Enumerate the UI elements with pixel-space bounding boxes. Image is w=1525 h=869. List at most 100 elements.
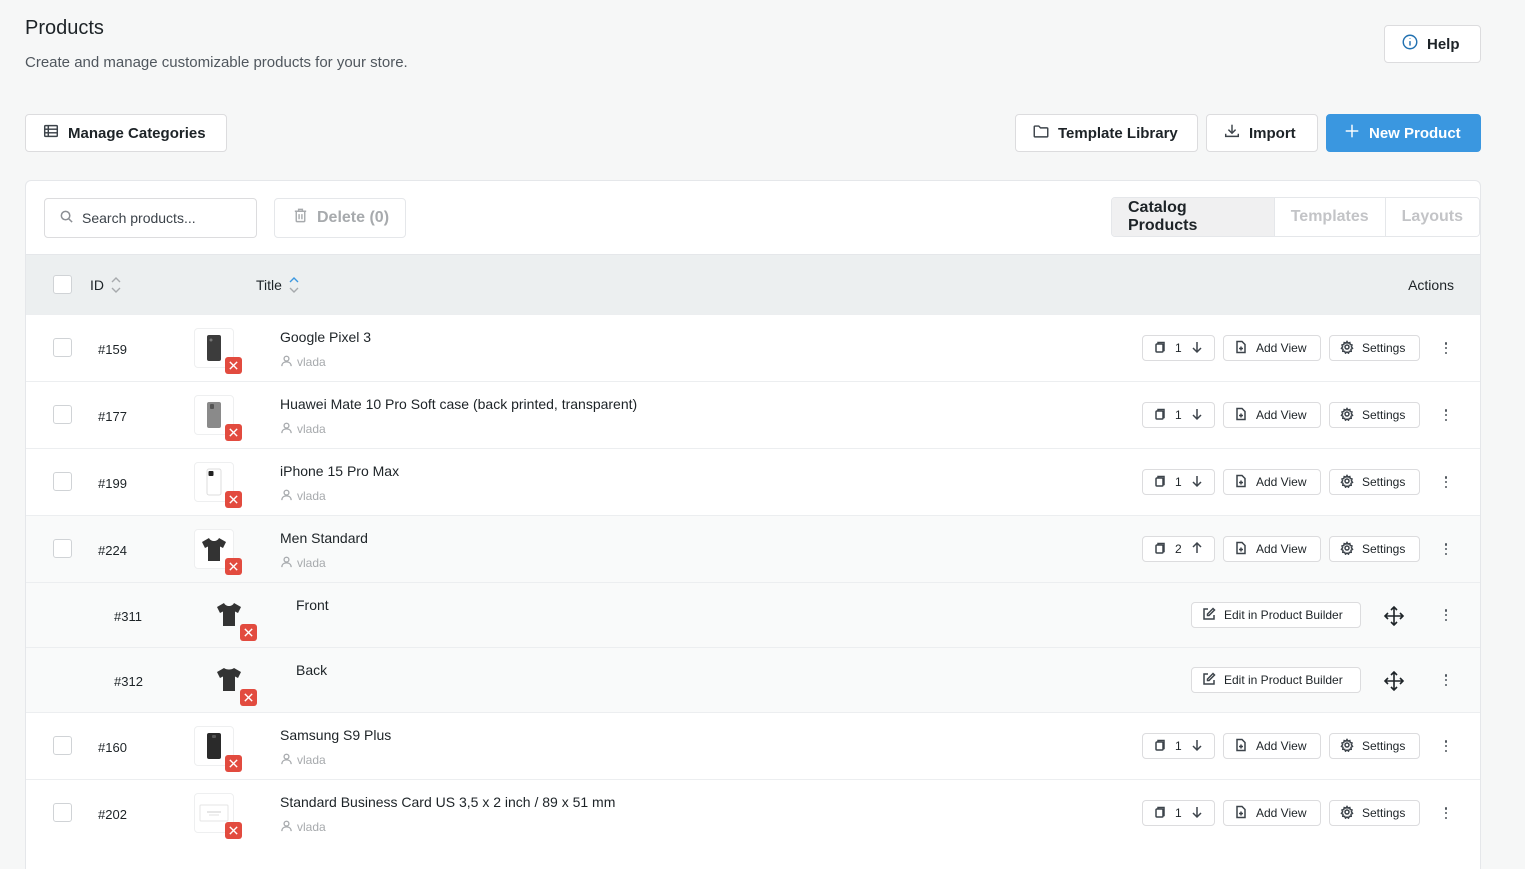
views-count-button[interactable]: 1 (1142, 800, 1215, 826)
row-checkbox[interactable] (53, 803, 72, 822)
table-header: ID Title Actions (26, 254, 1480, 314)
add-view-label: Add View (1256, 475, 1307, 489)
template-library-button[interactable]: Template Library (1015, 114, 1198, 152)
kebab-icon[interactable] (1438, 407, 1454, 423)
kebab-icon[interactable] (1438, 607, 1454, 623)
user-icon (280, 752, 293, 768)
product-title[interactable]: iPhone 15 Pro Max (280, 463, 399, 479)
user-icon (280, 555, 293, 571)
tab-catalog-products[interactable]: Catalog Products (1112, 198, 1274, 236)
table-row: #159 Google Pixel 3 vlada 1 Add View Set… (26, 314, 1480, 381)
product-title[interactable]: Google Pixel 3 (280, 329, 371, 345)
folder-icon (1032, 122, 1050, 144)
move-arrows-icon[interactable] (1383, 670, 1405, 692)
copy-icon (1153, 407, 1167, 424)
add-view-button[interactable]: Add View (1223, 800, 1321, 826)
row-checkbox[interactable] (53, 338, 72, 357)
close-icon[interactable] (240, 624, 257, 641)
tab-templates[interactable]: Templates (1273, 198, 1385, 236)
add-view-button[interactable]: Add View (1223, 536, 1321, 562)
view-thumbnail[interactable] (210, 594, 257, 641)
edit-in-product-builder-button[interactable]: Edit in Product Builder (1191, 667, 1361, 693)
settings-button[interactable]: Settings (1329, 469, 1420, 495)
kebab-icon[interactable] (1438, 672, 1454, 688)
add-view-button[interactable]: Add View (1223, 335, 1321, 361)
views-count-button[interactable]: 1 (1142, 469, 1215, 495)
arrow-down-icon (1190, 407, 1204, 424)
product-title[interactable]: Huawei Mate 10 Pro Soft case (back print… (280, 396, 637, 412)
manage-categories-button[interactable]: Manage Categories (25, 114, 227, 152)
manage-categories-label: Manage Categories (68, 124, 206, 142)
column-title[interactable]: Title (256, 274, 300, 296)
row-id: #177 (98, 409, 127, 424)
view-title[interactable]: Front (296, 597, 329, 613)
product-title[interactable]: Standard Business Card US 3,5 x 2 inch /… (280, 794, 615, 810)
edit-in-product-builder-button[interactable]: Edit in Product Builder (1191, 602, 1361, 628)
product-thumbnail[interactable] (194, 462, 242, 508)
import-label: Import (1249, 124, 1296, 142)
view-thumbnail[interactable] (210, 659, 257, 706)
kebab-icon[interactable] (1438, 738, 1454, 754)
product-thumbnail[interactable] (194, 529, 242, 575)
table-row: #202 Standard Business Card US 3,5 x 2 i… (26, 779, 1480, 846)
close-icon[interactable] (225, 357, 242, 374)
close-icon[interactable] (225, 491, 242, 508)
views-count-button[interactable]: 1 (1142, 335, 1215, 361)
product-title[interactable]: Men Standard (280, 530, 368, 546)
close-icon[interactable] (225, 755, 242, 772)
product-thumbnail[interactable] (194, 793, 242, 839)
trash-icon (292, 207, 309, 229)
row-checkbox[interactable] (53, 539, 72, 558)
settings-button[interactable]: Settings (1329, 536, 1420, 562)
add-view-button[interactable]: Add View (1223, 469, 1321, 495)
search-input[interactable] (82, 210, 242, 226)
import-button[interactable]: Import (1206, 114, 1318, 152)
new-product-label: New Product (1369, 124, 1461, 142)
new-product-button[interactable]: New Product (1326, 114, 1481, 152)
row-checkbox[interactable] (53, 736, 72, 755)
views-count-button[interactable]: 1 (1142, 733, 1215, 759)
move-arrows-icon[interactable] (1383, 605, 1405, 627)
table-row: #177 Huawei Mate 10 Pro Soft case (back … (26, 381, 1480, 448)
search-box (44, 198, 257, 238)
select-all-checkbox[interactable] (53, 275, 72, 294)
delete-button[interactable]: Delete (0) (274, 198, 406, 238)
kebab-icon[interactable] (1438, 541, 1454, 557)
settings-button[interactable]: Settings (1329, 402, 1420, 428)
kebab-icon[interactable] (1438, 340, 1454, 356)
product-author: vlada (280, 488, 326, 504)
views-count-button[interactable]: 1 (1142, 402, 1215, 428)
close-icon[interactable] (225, 558, 242, 575)
column-id[interactable]: ID (90, 274, 122, 296)
page-header: Products Create and manage customizable … (25, 17, 408, 71)
product-thumbnail[interactable] (194, 726, 242, 772)
user-icon (280, 354, 293, 370)
add-view-button[interactable]: Add View (1223, 733, 1321, 759)
close-icon[interactable] (225, 822, 242, 839)
product-thumbnail[interactable] (194, 328, 242, 374)
close-icon[interactable] (225, 424, 242, 441)
arrow-down-icon (1190, 805, 1204, 822)
table-row: #224 Men Standard vlada 2 Add View Setti… (26, 515, 1480, 582)
tshirt-image (202, 538, 226, 561)
kebab-icon[interactable] (1438, 474, 1454, 490)
view-title[interactable]: Back (296, 662, 327, 678)
tab-layouts[interactable]: Layouts (1384, 198, 1479, 236)
arrow-down-icon (1190, 340, 1204, 357)
add-view-button[interactable]: Add View (1223, 402, 1321, 428)
template-library-label: Template Library (1058, 124, 1178, 142)
settings-button[interactable]: Settings (1329, 733, 1420, 759)
help-button[interactable]: Help (1384, 25, 1481, 63)
close-icon[interactable] (240, 689, 257, 706)
row-checkbox[interactable] (53, 472, 72, 491)
settings-button[interactable]: Settings (1329, 335, 1420, 361)
view-row: #312 Back Edit in Product Builder (26, 647, 1480, 712)
gear-icon (1340, 406, 1354, 424)
row-checkbox[interactable] (53, 405, 72, 424)
product-thumbnail[interactable] (194, 395, 242, 441)
views-count-button[interactable]: 2 (1142, 536, 1215, 562)
settings-button[interactable]: Settings (1329, 800, 1420, 826)
product-title[interactable]: Samsung S9 Plus (280, 727, 391, 743)
kebab-icon[interactable] (1438, 805, 1454, 821)
products-panel: Delete (0) Catalog Products Templates La… (25, 180, 1481, 869)
